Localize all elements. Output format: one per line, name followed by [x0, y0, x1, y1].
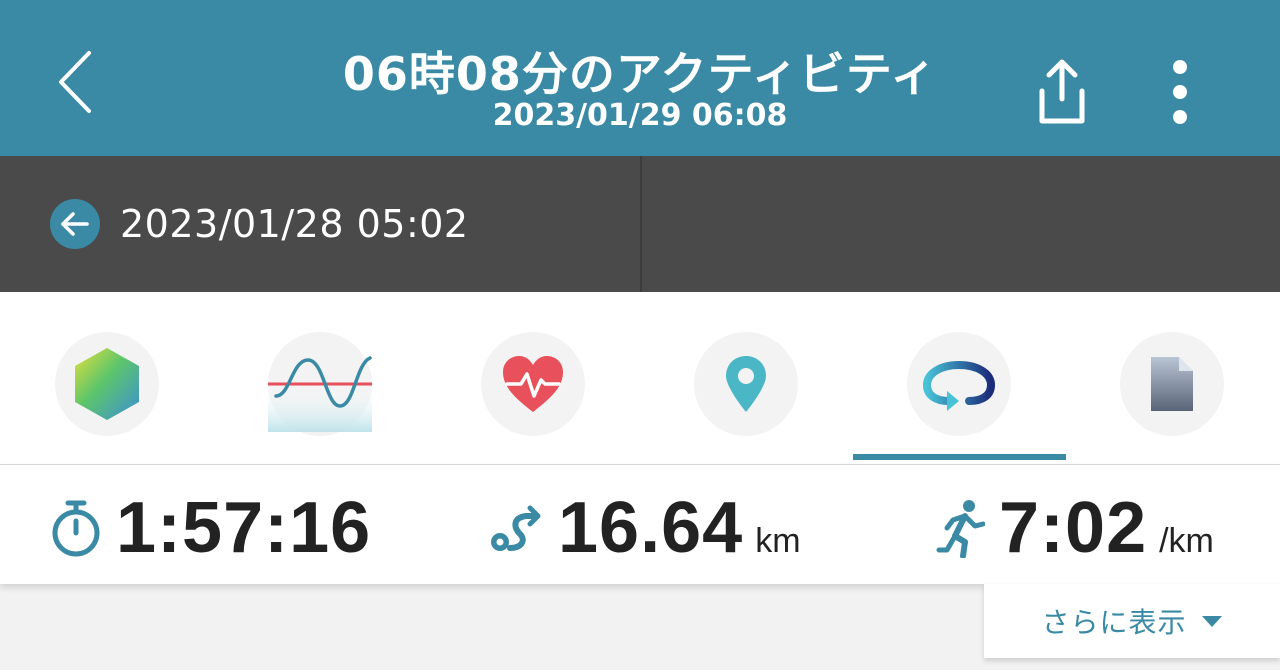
previous-activity-button[interactable]: 2023/01/28 05:02: [0, 156, 640, 292]
wave-chart-icon: [268, 356, 372, 432]
previous-activity-datetime: 2023/01/28 05:02: [120, 202, 469, 246]
location-pin-icon: [726, 356, 766, 412]
tab-map[interactable]: [694, 332, 798, 436]
selected-tab-indicator: [853, 454, 1066, 460]
show-more-label: さらに表示: [1041, 606, 1187, 639]
tab-heart-rate[interactable]: [481, 332, 585, 436]
more-vertical-icon: [1173, 60, 1187, 124]
duration-value: 1:57:16: [116, 488, 372, 568]
lap-loop-icon: [922, 360, 996, 411]
summary-stats: 1:57:16 16.64 km 7:02 /km: [0, 464, 1280, 584]
duration-stat: 1:57:16: [50, 487, 371, 569]
heart-rate-icon: [503, 356, 563, 412]
tab-notes[interactable]: [1120, 332, 1224, 436]
pace-value: 7:02: [999, 488, 1148, 568]
tab-graph[interactable]: [268, 332, 372, 436]
tab-summary[interactable]: [55, 332, 159, 436]
caret-down-icon: [1201, 616, 1222, 627]
app-header: 06時08分のアクティビティ 2023/01/29 06:08: [0, 0, 1280, 156]
runner-icon: [936, 500, 985, 558]
distance-value: 16.64: [558, 488, 744, 568]
more-options-button[interactable]: [1150, 52, 1210, 132]
document-icon: [1151, 357, 1193, 411]
show-more-button[interactable]: さらに表示: [984, 584, 1280, 658]
activity-navigation: 2023/01/28 05:02: [0, 156, 1280, 292]
route-icon: [491, 505, 541, 551]
pace-stat: 7:02 /km: [935, 487, 1214, 569]
distance-unit: km: [755, 522, 801, 560]
share-icon: [1039, 59, 1085, 124]
stopwatch-icon: [52, 500, 100, 557]
hexagon-gradient-icon: [75, 348, 139, 420]
nav-divider: [640, 156, 642, 292]
share-button[interactable]: [1024, 52, 1100, 132]
distance-stat: 16.64 km: [488, 487, 801, 569]
pace-unit: /km: [1159, 522, 1214, 560]
arrow-left-circle-icon: [50, 199, 100, 249]
detail-tabs: [0, 292, 1280, 464]
tab-laps[interactable]: [907, 332, 1011, 436]
